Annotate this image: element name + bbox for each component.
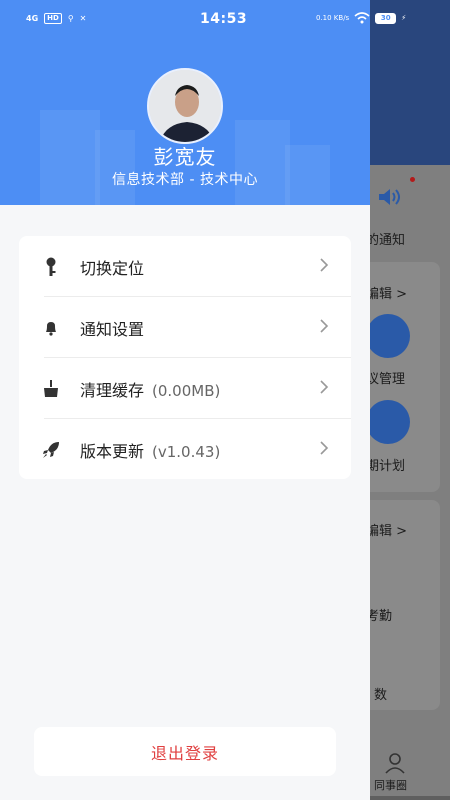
- wifi-icon: [354, 12, 370, 24]
- cache-size: (0.00MB): [152, 381, 221, 400]
- background-meeting-label: 议管理: [366, 372, 406, 387]
- background-edit-link-2: 编辑 >: [366, 524, 408, 539]
- plan-icon: [366, 400, 410, 444]
- menu-item-label: 切换定位: [80, 258, 145, 278]
- user-department: 信息技术部 - 技术中心: [112, 172, 258, 188]
- bell-icon: [41, 318, 61, 338]
- tools-icon: ✕: [79, 14, 87, 23]
- avatar[interactable]: [147, 68, 223, 144]
- battery-icon: 30: [375, 12, 397, 24]
- chevron-right-icon: [320, 258, 329, 272]
- charging-icon: ⚡: [401, 14, 407, 22]
- status-time: 14:53: [200, 11, 248, 27]
- hd-badge: HD: [44, 13, 62, 24]
- broom-icon: [41, 379, 61, 399]
- menu-item-switch-location[interactable]: 切换定位: [19, 236, 351, 297]
- chevron-right-icon: [320, 319, 329, 333]
- menu-item-label: 清理缓存 (0.00MB): [80, 380, 221, 400]
- background-tab-label: 同事圈: [374, 779, 407, 792]
- meeting-icon: [366, 314, 410, 358]
- notification-dot: [410, 177, 415, 182]
- menu-item-version-update[interactable]: 版本更新 (v1.0.43): [19, 419, 351, 480]
- menu-item-label: 版本更新 (v1.0.43): [80, 441, 221, 461]
- version-text: (v1.0.43): [152, 442, 221, 461]
- menu-item-clear-cache[interactable]: 清理缓存 (0.00MB): [19, 358, 351, 419]
- background-plan-label: 期计划: [366, 459, 406, 474]
- chevron-right-icon: [320, 380, 329, 394]
- speaker-icon: [379, 189, 400, 205]
- logout-button[interactable]: 退出登录: [34, 727, 336, 776]
- menu-item-label: 通知设置: [80, 319, 145, 339]
- usb-icon: ⚲: [67, 14, 74, 23]
- net-speed: 0.10 KB/s: [316, 14, 350, 22]
- network-label: 4G: [26, 14, 39, 23]
- background-count-label: 数: [374, 688, 388, 703]
- status-left-icons: 4G HD ⚲ ✕: [26, 13, 86, 24]
- rocket-icon: [41, 440, 61, 460]
- menu-item-notification-settings[interactable]: 通知设置: [19, 297, 351, 358]
- person-icon: [385, 753, 405, 774]
- status-bar: 4G HD ⚲ ✕ 14:53 0.10 KB/s 30 ⚡: [0, 0, 450, 36]
- side-drawer: 彭宽友 信息技术部 - 技术中心 切换定位 通知设置 清理缓存 (0.00MB)…: [0, 0, 370, 800]
- key-icon: [41, 257, 61, 277]
- settings-menu: 切换定位 通知设置 清理缓存 (0.00MB) 版本更新 (v1.0.43): [19, 236, 351, 479]
- background-edit-link-1: 编辑 >: [366, 287, 408, 302]
- background-notice-text: 的通知: [366, 233, 406, 248]
- chevron-right-icon: [320, 441, 329, 455]
- status-right-icons: 0.10 KB/s 30 ⚡: [316, 12, 406, 24]
- avatar-photo: [149, 70, 221, 142]
- user-name: 彭宽友: [153, 145, 217, 169]
